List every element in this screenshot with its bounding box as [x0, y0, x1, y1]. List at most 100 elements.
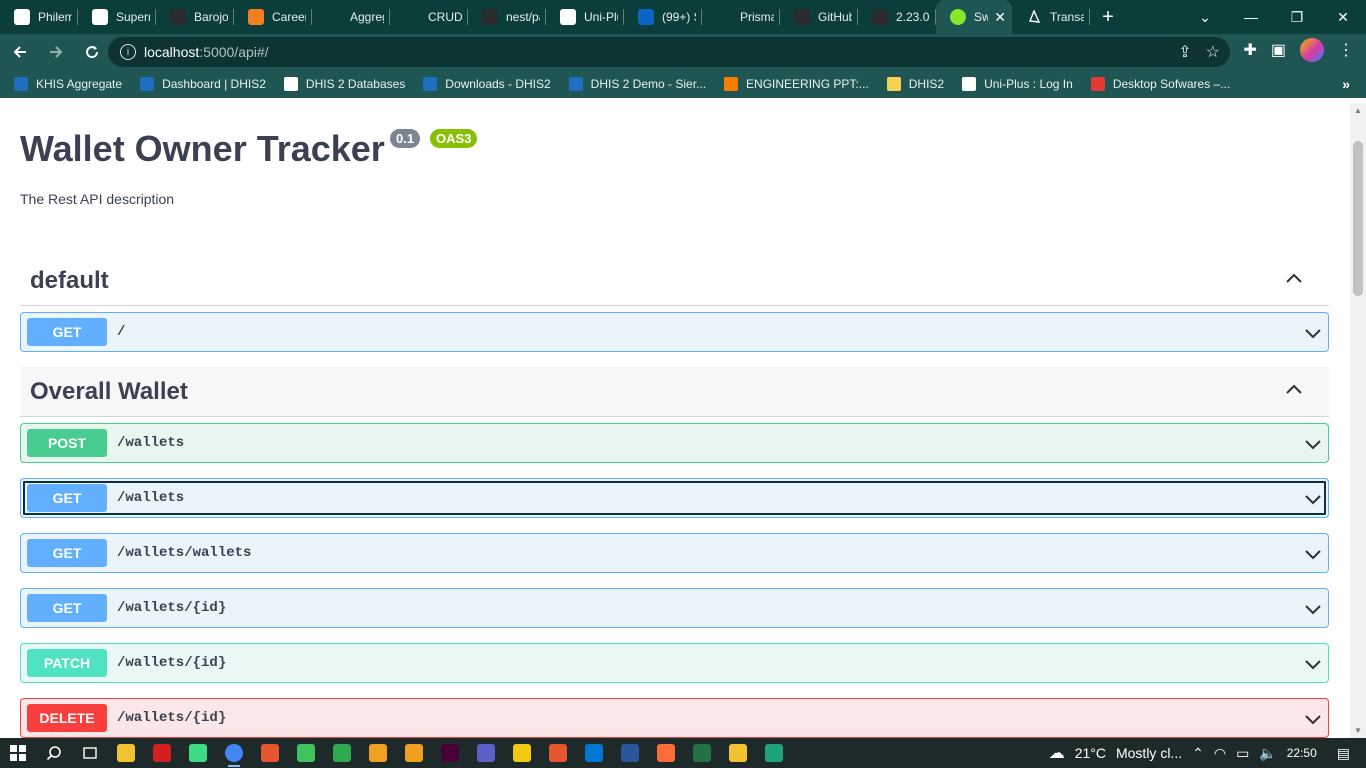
- taskbar-app-icon[interactable]: [576, 738, 612, 768]
- scroll-up-icon[interactable]: ▲: [1354, 106, 1362, 115]
- forward-button[interactable]: [40, 36, 72, 68]
- address-bar[interactable]: i localhost:5000/api#/ ⇪ ☆: [108, 37, 1230, 67]
- tab-label: Barojon: [194, 10, 228, 24]
- page-scrollbar[interactable]: ▲ ▼: [1350, 103, 1366, 738]
- taskbar-app-icon[interactable]: [216, 738, 252, 768]
- browser-tab[interactable]: Career: [234, 0, 312, 34]
- weather-desc[interactable]: Mostly cl...: [1116, 745, 1182, 761]
- battery-icon[interactable]: ▭: [1236, 745, 1249, 762]
- back-button[interactable]: [4, 36, 36, 68]
- taskbar-app-icon[interactable]: [288, 738, 324, 768]
- profile-avatar[interactable]: [1300, 38, 1324, 62]
- browser-tab[interactable]: Uni-Plu: [546, 0, 624, 34]
- browser-tab[interactable]: Prisma: [702, 0, 780, 34]
- taskbar-app-icon[interactable]: [648, 738, 684, 768]
- version-badge: 0.1: [390, 129, 421, 148]
- bookmark-item[interactable]: Downloads - DHIS2: [423, 77, 551, 91]
- start-button[interactable]: [0, 738, 36, 768]
- bookmark-favicon-icon: [568, 77, 583, 91]
- tray-expand-icon[interactable]: ⌃: [1192, 745, 1204, 762]
- taskbar-app-icon[interactable]: [684, 738, 720, 768]
- taskbar-app-icon[interactable]: [144, 738, 180, 768]
- taskbar-app-icon[interactable]: [756, 738, 792, 768]
- notifications-icon[interactable]: ▤: [1337, 745, 1350, 762]
- taskbar-app-icon[interactable]: [432, 738, 468, 768]
- operation-row[interactable]: DELETE/wallets/{id}: [20, 698, 1329, 738]
- app-glyph-icon: [297, 744, 315, 762]
- chevron-down-icon[interactable]: [1304, 324, 1322, 342]
- bookmark-item[interactable]: Desktop Sofwares –...: [1090, 77, 1230, 91]
- side-panel-icon[interactable]: ▣: [1271, 40, 1286, 60]
- weather-temp[interactable]: 21°C: [1075, 745, 1106, 761]
- taskbar-app-icon[interactable]: [360, 738, 396, 768]
- tab-list: Philem Superm Barojon Career Aggreg CRUD (nes…: [0, 0, 936, 34]
- restore-button[interactable]: ❐: [1274, 0, 1320, 34]
- operation-row[interactable]: GET/wallets: [20, 478, 1329, 518]
- taskbar-app-icon[interactable]: [324, 738, 360, 768]
- chevron-down-icon[interactable]: [1304, 490, 1322, 508]
- browser-tab[interactable]: Superm: [78, 0, 156, 34]
- tab-search-chevron-icon[interactable]: ⌄: [1182, 0, 1228, 34]
- volume-icon[interactable]: 🔈: [1259, 745, 1276, 762]
- clock[interactable]: 22:50: [1287, 746, 1317, 760]
- reload-button[interactable]: [76, 36, 108, 68]
- bookmark-item[interactable]: ENGINEERING PPT:...: [724, 77, 869, 91]
- taskbar-app-icon[interactable]: [540, 738, 576, 768]
- chevron-up-icon[interactable]: [1285, 381, 1303, 399]
- taskbar-app-icon[interactable]: [180, 738, 216, 768]
- taskbar-app-icon[interactable]: [504, 738, 540, 768]
- chevron-down-icon[interactable]: [1304, 545, 1322, 563]
- browser-tab[interactable]: CRUD (: [390, 0, 468, 34]
- site-info-icon[interactable]: i: [120, 44, 136, 60]
- operation-row[interactable]: GET /: [20, 312, 1329, 352]
- taskbar-app-icon[interactable]: [108, 738, 144, 768]
- new-tab-button[interactable]: +: [1090, 6, 1126, 29]
- close-tab-icon[interactable]: ✕: [994, 9, 1006, 26]
- taskbar-app-icon[interactable]: [720, 738, 756, 768]
- taskbar-app-icon[interactable]: [396, 738, 432, 768]
- search-icon[interactable]: [36, 738, 72, 768]
- menu-kebab-icon[interactable]: ⋮: [1338, 40, 1354, 60]
- chevron-down-icon[interactable]: [1304, 435, 1322, 453]
- close-window-button[interactable]: ✕: [1320, 0, 1366, 34]
- wifi-icon[interactable]: ◠: [1214, 745, 1226, 762]
- share-icon[interactable]: ⇪: [1178, 42, 1191, 62]
- browser-tab[interactable]: GitHub: [780, 0, 858, 34]
- bookmark-item[interactable]: DHIS2: [886, 77, 944, 91]
- chevron-down-icon[interactable]: [1304, 710, 1322, 728]
- taskbar-app-icon[interactable]: [612, 738, 648, 768]
- scrollbar-thumb[interactable]: [1353, 141, 1363, 296]
- bookmark-item[interactable]: Uni-Plus : Log In: [962, 77, 1073, 91]
- weather-icon[interactable]: ☁: [1049, 743, 1065, 763]
- tab-label: Superm: [116, 10, 150, 24]
- section-header[interactable]: Overall Wallet: [20, 367, 1329, 417]
- operation-row[interactable]: GET/wallets/wallets: [20, 533, 1329, 573]
- bookmarks-overflow-icon[interactable]: »: [1342, 76, 1350, 92]
- extensions-icon[interactable]: ✚: [1243, 40, 1256, 60]
- browser-tab[interactable]: Barojon: [156, 0, 234, 34]
- tab-active-swagger[interactable]: Swa ✕: [936, 0, 1012, 34]
- minimize-button[interactable]: —: [1228, 0, 1274, 34]
- taskbar-app-icon[interactable]: [252, 738, 288, 768]
- bookmark-item[interactable]: DHIS 2 Databases: [283, 77, 405, 91]
- tab-transactions[interactable]: Transac: [1012, 0, 1090, 34]
- chevron-up-icon[interactable]: [1285, 270, 1303, 288]
- browser-tab[interactable]: Aggreg: [312, 0, 390, 34]
- bookmark-star-icon[interactable]: ☆: [1206, 42, 1220, 62]
- browser-tab[interactable]: nest/pa: [468, 0, 546, 34]
- section-header[interactable]: default: [20, 256, 1329, 306]
- browser-tab[interactable]: Philem: [0, 0, 78, 34]
- operation-row[interactable]: PATCH/wallets/{id}: [20, 643, 1329, 683]
- bookmark-item[interactable]: KHIS Aggregate: [14, 77, 122, 91]
- chevron-down-icon[interactable]: [1304, 655, 1322, 673]
- operation-row[interactable]: POST/wallets: [20, 423, 1329, 463]
- browser-tab[interactable]: (99+) S: [624, 0, 702, 34]
- browser-tab[interactable]: 2.23.0: [858, 0, 936, 34]
- bookmark-item[interactable]: DHIS 2 Demo - Sier...: [568, 77, 706, 91]
- chevron-down-icon[interactable]: [1304, 600, 1322, 618]
- taskbar-app-icon[interactable]: [468, 738, 504, 768]
- bookmark-item[interactable]: Dashboard | DHIS2: [140, 77, 266, 91]
- task-view-icon[interactable]: [72, 738, 108, 768]
- operation-row[interactable]: GET/wallets/{id}: [20, 588, 1329, 628]
- scroll-down-icon[interactable]: ▼: [1354, 726, 1362, 735]
